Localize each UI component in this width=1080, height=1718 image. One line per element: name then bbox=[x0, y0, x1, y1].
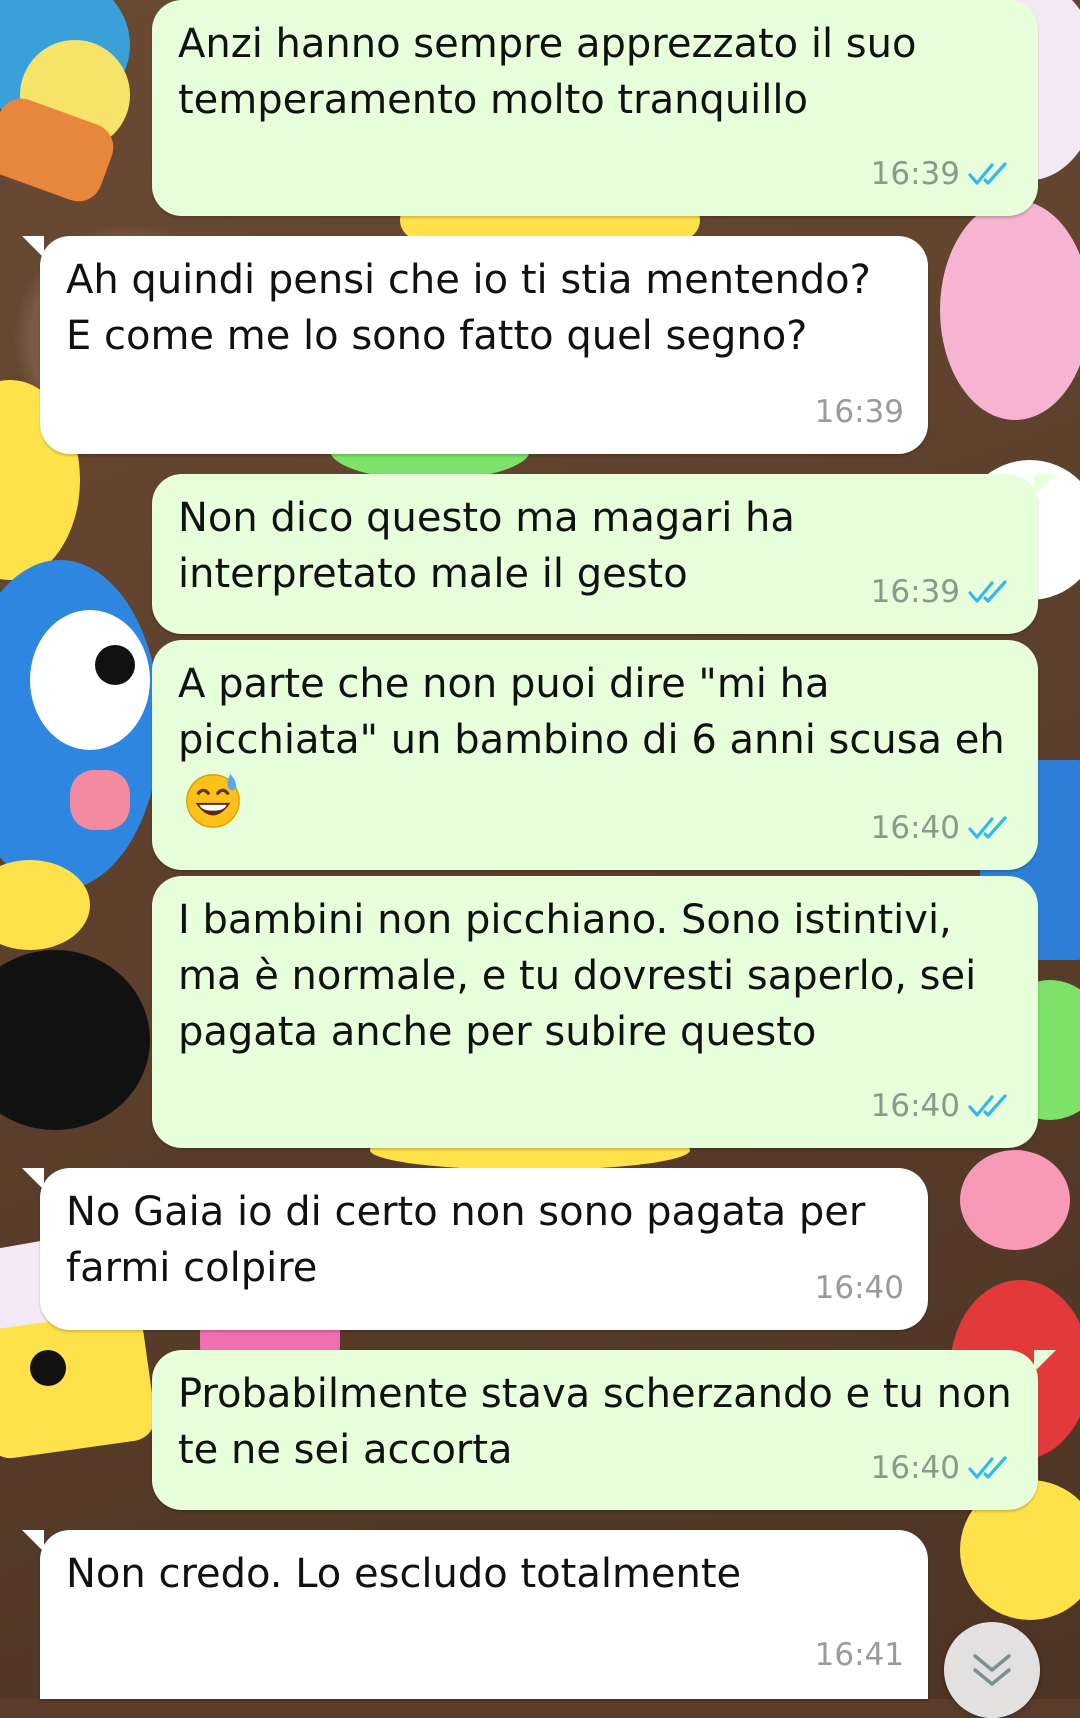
message-text: Anzi hanno sempre apprezzato il suo temp… bbox=[178, 21, 917, 123]
incoming-message[interactable]: Ah quindi pensi che io ti stia mentendo?… bbox=[22, 236, 928, 454]
message-meta: 16:40 bbox=[871, 800, 1014, 856]
outgoing-message[interactable]: Anzi hanno sempre apprezzato il suo temp… bbox=[152, 0, 1038, 216]
message-time: 16:40 bbox=[870, 1088, 960, 1124]
message-time: 16:39 bbox=[814, 394, 904, 430]
double-check-icon bbox=[968, 162, 1007, 185]
message-meta: 16:39 bbox=[871, 146, 1014, 202]
scroll-to-bottom-button[interactable] bbox=[944, 1622, 1040, 1718]
message-time: 16:40 bbox=[870, 810, 960, 846]
message-time: 16:39 bbox=[870, 574, 960, 610]
message-time: 16:39 bbox=[870, 156, 960, 192]
message-text: I bambini non picchiano. Sono istintivi,… bbox=[178, 897, 977, 1055]
message-meta: 16:40 bbox=[815, 1260, 904, 1316]
message-time: 16:40 bbox=[870, 1450, 960, 1486]
message-meta: 16:41 bbox=[815, 1627, 904, 1683]
message-text: No Gaia io di certo non sono pagata per … bbox=[66, 1189, 866, 1291]
incoming-message[interactable]: Non credo. Lo escludo totalmente 16:41 bbox=[22, 1530, 928, 1699]
double-check-icon bbox=[968, 816, 1007, 839]
message-text: Non credo. Lo escludo totalmente bbox=[66, 1551, 742, 1597]
grinning-face-with-sweat-icon bbox=[186, 773, 240, 828]
outgoing-message[interactable]: I bambini non picchiano. Sono istintivi,… bbox=[152, 876, 1038, 1148]
message-meta: 16:40 bbox=[871, 1440, 1014, 1496]
message-text: Ah quindi pensi che io ti stia mentendo?… bbox=[66, 257, 871, 359]
message-meta: 16:39 bbox=[871, 564, 1014, 620]
double-check-icon bbox=[968, 1094, 1007, 1117]
outgoing-message[interactable]: Non dico questo ma magari ha interpretat… bbox=[152, 474, 1056, 634]
double-check-icon bbox=[968, 1456, 1007, 1479]
outgoing-message[interactable]: A parte che non puoi dire "mi ha picchia… bbox=[152, 640, 1038, 870]
message-meta: 16:40 bbox=[871, 1078, 1014, 1134]
chat-messages: Anzi hanno sempre apprezzato il suo temp… bbox=[0, 0, 1080, 1718]
outgoing-message[interactable]: Probabilmente stava scherzando e tu non … bbox=[152, 1350, 1056, 1510]
message-meta: 16:39 bbox=[815, 384, 904, 440]
message-text-content: A parte che non puoi dire "mi ha picchia… bbox=[178, 661, 1005, 763]
double-chevron-down-icon bbox=[973, 1654, 1011, 1686]
message-time: 16:40 bbox=[814, 1270, 904, 1306]
incoming-message[interactable]: No Gaia io di certo non sono pagata per … bbox=[22, 1168, 928, 1330]
double-check-icon bbox=[968, 580, 1007, 603]
message-time: 16:41 bbox=[814, 1637, 904, 1673]
